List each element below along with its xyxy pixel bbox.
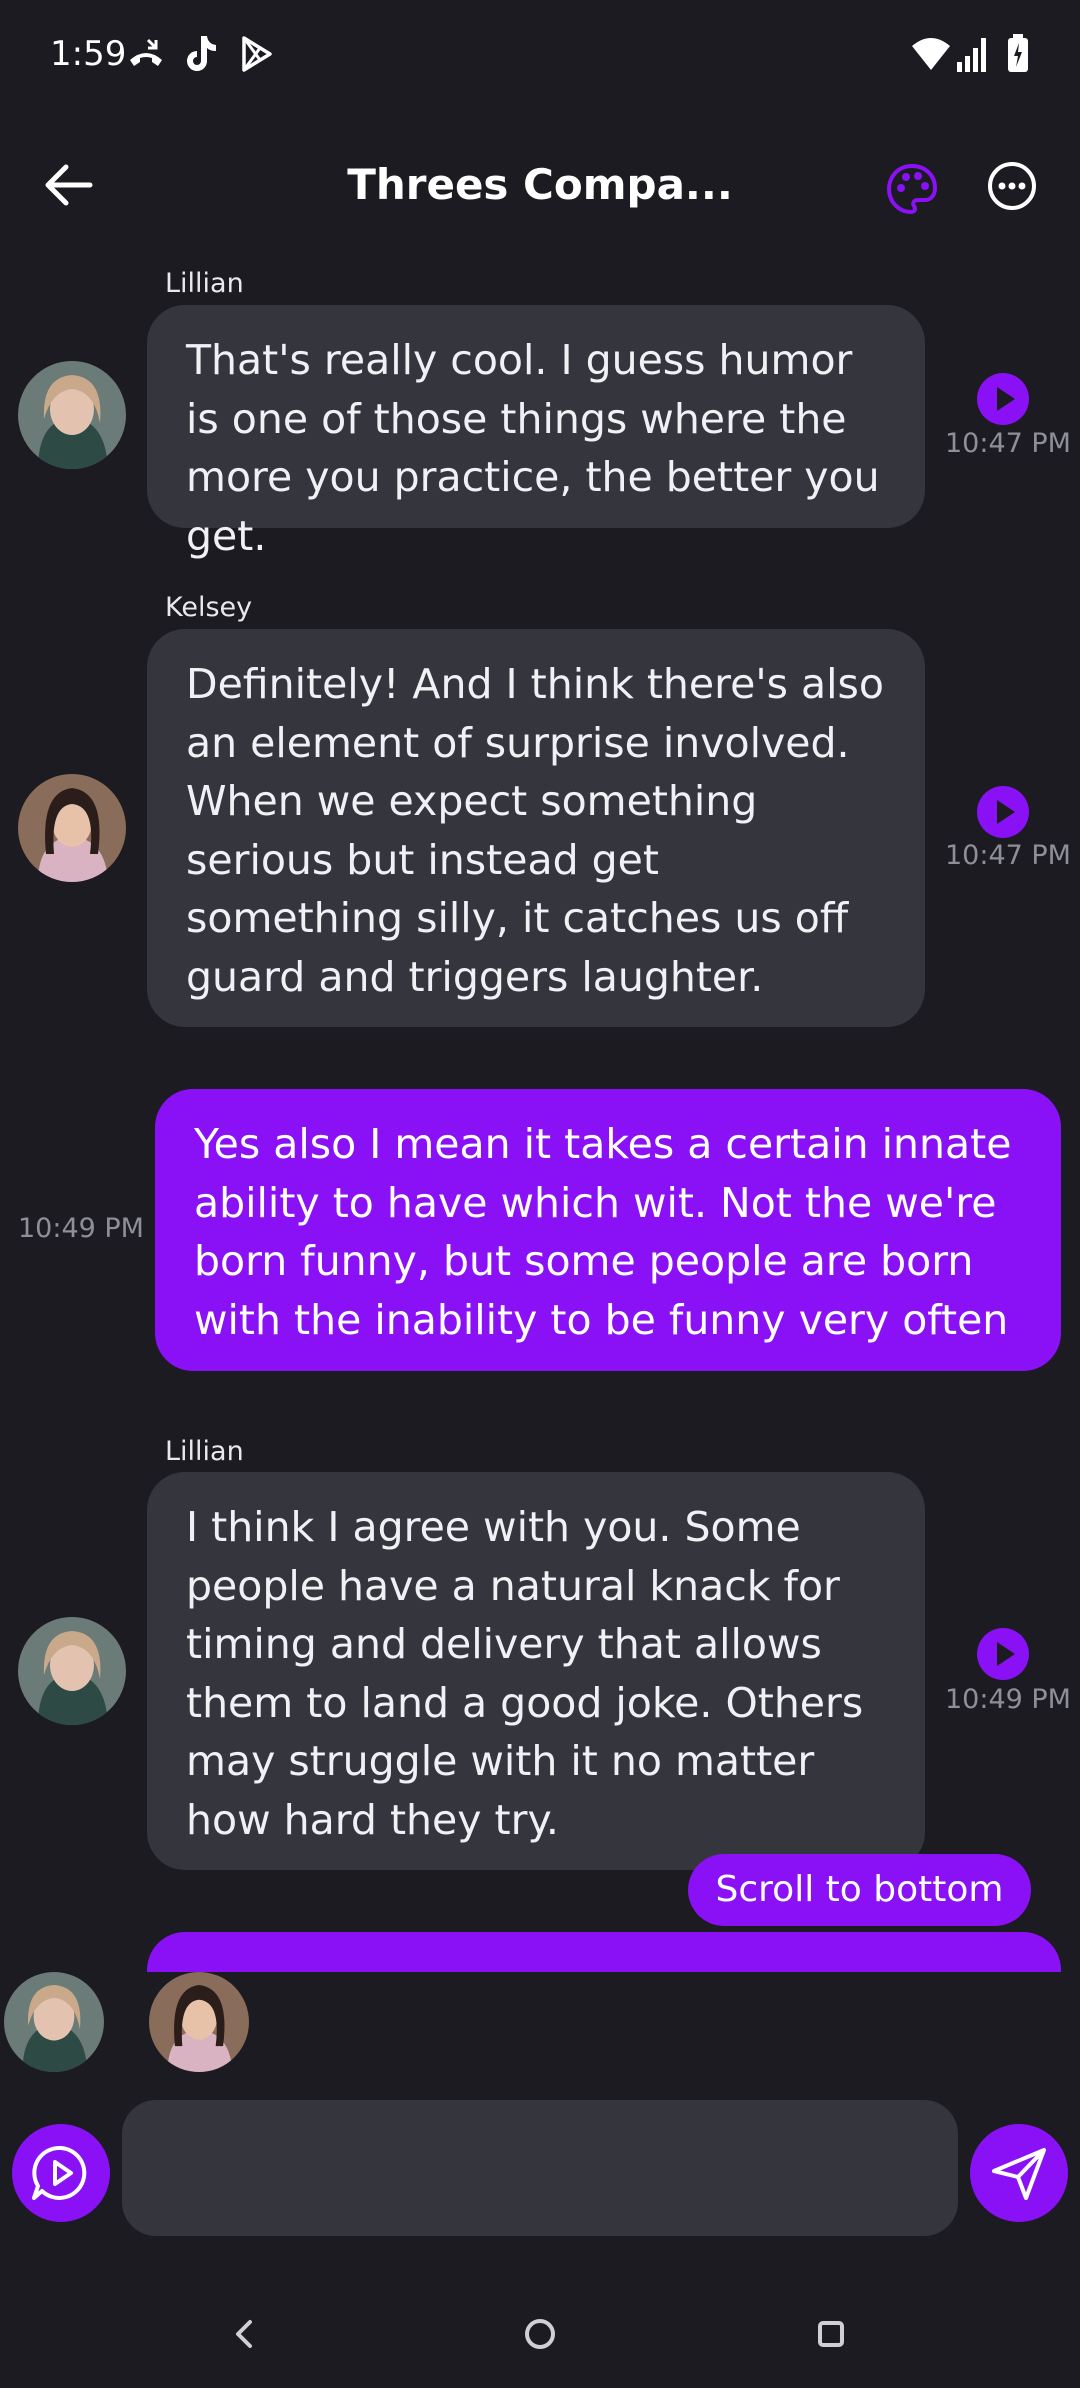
nav-recents-icon[interactable]: [813, 2316, 849, 2352]
play-store-icon: [242, 36, 272, 72]
avatar-lillian[interactable]: [18, 1617, 126, 1725]
message-bubble[interactable]: That's really cool. I guess humor is one…: [147, 305, 925, 560]
message-time: 10:49 PM: [18, 1213, 144, 1244]
sender-name: Kelsey: [165, 592, 253, 623]
message-bubble[interactable]: I think I agree with you. Some people ha…: [147, 1472, 925, 1870]
participant-avatar-lillian[interactable]: [4, 1972, 104, 2072]
palette-icon[interactable]: [885, 162, 939, 216]
status-time: 1:59: [50, 34, 127, 74]
message-time: 10:47 PM: [945, 840, 1071, 871]
chat-title: Threes Compa...: [347, 160, 733, 209]
send-button[interactable]: [970, 2124, 1068, 2222]
nav-home-icon[interactable]: [520, 2314, 560, 2354]
sender-name: Lillian: [165, 1436, 244, 1467]
voice-chat-icon: [32, 2145, 87, 2200]
send-icon: [992, 2148, 1046, 2200]
signal-icon: [957, 38, 986, 72]
avatar-lillian[interactable]: [18, 361, 126, 469]
play-icon[interactable]: [977, 373, 1029, 425]
back-arrow-icon[interactable]: [40, 155, 100, 215]
system-nav-bar: [0, 2280, 1080, 2388]
participant-avatar-kelsey[interactable]: [149, 1972, 249, 2072]
message-bubble-sent[interactable]: Yes also I mean it takes a certain innat…: [155, 1089, 1061, 1371]
nav-back-icon[interactable]: [226, 2316, 262, 2352]
play-icon[interactable]: [977, 1628, 1029, 1680]
tiktok-icon: [187, 36, 216, 71]
message-bubble[interactable]: Definitely! And I think there's also an …: [147, 629, 925, 1027]
more-icon[interactable]: [986, 160, 1038, 212]
avatar-kelsey[interactable]: [18, 774, 126, 882]
message-time: 10:49 PM: [945, 1684, 1071, 1715]
missed-call-icon: [130, 38, 162, 66]
sender-name: Lillian: [165, 268, 244, 299]
wifi-icon: [912, 38, 950, 70]
voice-chat-button[interactable]: [12, 2124, 110, 2222]
status-bar: 1:59: [0, 0, 1080, 110]
battery-icon: [1008, 34, 1028, 72]
play-icon[interactable]: [977, 786, 1029, 838]
message-input[interactable]: [122, 2100, 958, 2236]
scroll-to-bottom-button[interactable]: Scroll to bottom: [688, 1854, 1031, 1926]
message-time: 10:47 PM: [945, 428, 1071, 459]
message-bubble-sent-partial: [147, 1932, 1061, 1972]
